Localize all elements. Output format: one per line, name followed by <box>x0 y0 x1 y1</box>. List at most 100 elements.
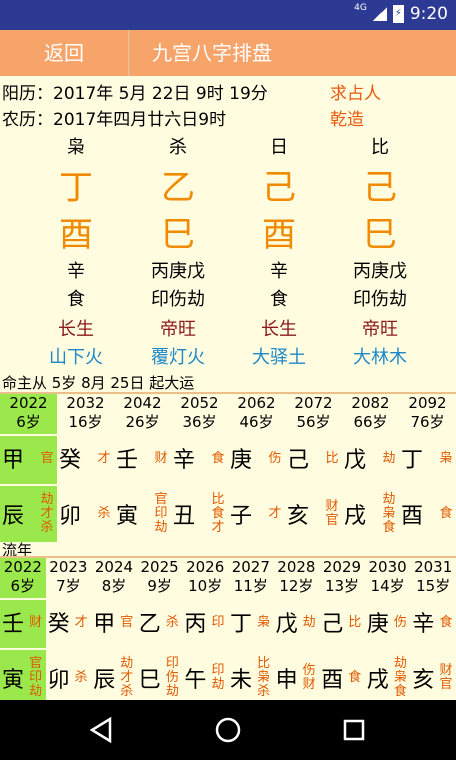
changsheng: 长生 <box>58 319 94 340</box>
liunian-stem: 庚 <box>366 612 389 637</box>
liunian-stem-shishen: 比 <box>348 615 362 630</box>
dayun-age: 26岁 <box>125 413 160 431</box>
pillar-branch: 巳 <box>363 215 397 255</box>
back-nav-icon[interactable] <box>88 716 116 744</box>
liunian-stem: 戊 <box>275 612 298 637</box>
liunian-year-cell[interactable]: 2029 13岁 <box>319 558 365 598</box>
toolbar: 返回 九宫八字排盘 <box>0 30 456 76</box>
liunian-year-cell[interactable]: 2026 10岁 <box>182 558 228 598</box>
liunian-branch: 未 <box>230 668 253 693</box>
dayun-stem-shishen: 劫 <box>382 451 396 466</box>
liunian-year: 2027 <box>231 558 270 576</box>
liunian-branch-shishen: 杀 <box>74 670 88 685</box>
page-title: 九宫八字排盘 <box>152 41 272 65</box>
shishen: 食 <box>270 289 288 310</box>
liunian-year-cell[interactable]: 2031 15岁 <box>410 558 456 598</box>
dayun-year: 2082 <box>351 394 390 412</box>
dayun-year-cell[interactable]: 2022 6岁 <box>0 394 57 434</box>
liunian-stem-shishen: 杀 <box>165 615 179 630</box>
dayun-year-cell[interactable]: 2082 66岁 <box>342 394 399 434</box>
pillar-stem: 己 <box>363 168 397 208</box>
liunian-stem-shishen: 食 <box>439 615 453 630</box>
shishen: 印伤劫 <box>151 289 205 310</box>
dayun-year-cell[interactable]: 2052 36岁 <box>171 394 228 434</box>
changsheng: 帝旺 <box>362 319 398 340</box>
liunian-year: 2031 <box>414 558 453 576</box>
dayun-year-cell[interactable]: 2032 16岁 <box>57 394 114 434</box>
dayun-year: 2032 <box>66 394 105 412</box>
nayin: 大林木 <box>353 347 407 368</box>
liunian-branch-shishen: 官 印 劫 <box>29 656 43 699</box>
dayun-branch: 子 <box>230 504 253 529</box>
liunian-year-cell[interactable]: 2028 12岁 <box>274 558 320 598</box>
liunian-stem-shishen: 才 <box>74 615 88 630</box>
dayun-year-cell[interactable]: 2042 26岁 <box>114 394 171 434</box>
hidden-stems: 丙庚戊 <box>151 261 205 282</box>
liunian-branch-shishen: 劫 才 杀 <box>120 656 134 699</box>
dayun-branch-shishen: 官 印 劫 <box>154 492 168 535</box>
dayun-branch: 戌 <box>344 504 367 529</box>
liunian-branch-shishen: 食 <box>348 670 362 685</box>
querent-link[interactable]: 求占人 <box>330 79 381 104</box>
home-nav-icon[interactable] <box>214 716 242 744</box>
liunian-age: 11岁 <box>233 577 268 595</box>
pillar-label: 杀 <box>169 137 187 158</box>
nayin: 山下火 <box>49 347 103 368</box>
dayun-branch-shishen: 劫 枭 食 <box>382 492 396 535</box>
changsheng: 长生 <box>261 319 297 340</box>
dayun-branch-shishen: 杀 <box>97 506 111 521</box>
liunian-year: 2026 <box>186 558 225 576</box>
liunian-year-cell[interactable]: 2024 8岁 <box>91 558 137 598</box>
dayun-branch-shishen: 食 <box>439 506 453 521</box>
liunian-age: 8岁 <box>101 577 127 595</box>
liunian-branch: 寅 <box>2 668 25 693</box>
dayun-branch: 丑 <box>173 504 196 529</box>
shishen: 食 <box>67 289 85 310</box>
liunian-year-cell[interactable]: 2023 7岁 <box>46 558 92 598</box>
dayun-branch-shishen: 劫 才 杀 <box>40 492 54 535</box>
pillar-stem: 己 <box>262 168 296 208</box>
liunian-year-cell[interactable]: 2027 11岁 <box>228 558 274 598</box>
dayun-stem: 丁 <box>401 448 424 473</box>
dayun-stem: 壬 <box>116 448 139 473</box>
liunian-age: 12岁 <box>279 577 314 595</box>
pillar-branch: 酉 <box>59 215 93 255</box>
pillar-label: 日 <box>270 137 288 158</box>
liunian-branch-shishen: 印 劫 <box>211 663 225 692</box>
dayun-year-cell[interactable]: 2062 46岁 <box>228 394 285 434</box>
hidden-stems: 辛 <box>270 261 288 282</box>
pillar-branch: 巳 <box>161 215 195 255</box>
liunian-year: 2030 <box>368 558 407 576</box>
dayun-branch-shishen: 比 食 才 <box>211 492 225 535</box>
liunian-branch: 戌 <box>366 668 389 693</box>
liunian-branch-shishen: 劫 枭 食 <box>393 656 407 699</box>
liunian-year-cell[interactable]: 2030 14岁 <box>365 558 411 598</box>
liunian-stem: 己 <box>321 612 344 637</box>
liunian-year-cell[interactable]: 2025 9岁 <box>137 558 183 598</box>
liunian-branch: 卯 <box>47 668 70 693</box>
recents-nav-icon[interactable] <box>340 716 368 744</box>
dayun-stem-shishen: 食 <box>211 451 225 466</box>
dayun-year-cell[interactable]: 2072 56岁 <box>285 394 342 434</box>
liunian-branch: 酉 <box>321 668 344 693</box>
changsheng: 帝旺 <box>160 319 196 340</box>
liunian-branch-shishen: 伤 财 <box>302 663 316 692</box>
liunian-branch-shishen: 财 官 <box>439 663 453 692</box>
dayun-age: 76岁 <box>410 413 445 431</box>
gender-link[interactable]: 乾造 <box>330 105 364 130</box>
liunian-year: 2028 <box>277 558 316 576</box>
liunian-age: 14岁 <box>370 577 405 595</box>
dayun-age: 66岁 <box>353 413 388 431</box>
nayin: 覆灯火 <box>151 347 205 368</box>
dayun-year-cell[interactable]: 2092 76岁 <box>399 394 456 434</box>
dayun-age: 6岁 <box>16 413 41 431</box>
liunian-year: 2022 <box>3 558 42 576</box>
liunian-stem-shishen: 官 <box>120 615 134 630</box>
liunian-year-cell[interactable]: 2022 6岁 <box>0 558 46 598</box>
dayun-age: 56岁 <box>296 413 331 431</box>
liunian-stem: 丁 <box>230 612 253 637</box>
back-button[interactable]: 返回 <box>0 30 129 76</box>
dayun-branch: 酉 <box>401 504 424 529</box>
dayun-branch-shishen: 财 官 <box>325 499 339 528</box>
liunian-branch: 辰 <box>93 668 116 693</box>
